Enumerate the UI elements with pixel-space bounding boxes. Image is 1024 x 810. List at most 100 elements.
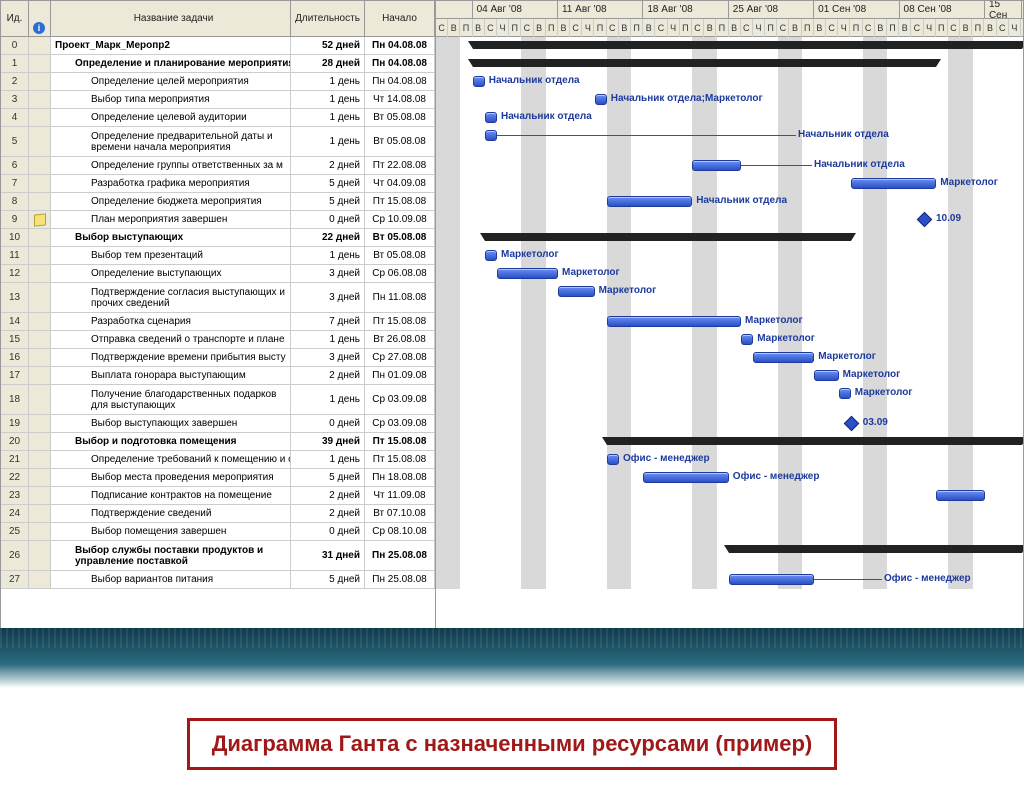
table-row[interactable]: 9План мероприятия завершен0 днейСр 10.09… [1, 211, 435, 229]
task-start[interactable]: Вт 05.08.08 [365, 229, 435, 246]
table-row[interactable]: 23Подписание контрактов на помещение2 дн… [1, 487, 435, 505]
col-name[interactable]: Название задачи [51, 1, 291, 36]
task-start[interactable]: Пт 15.08.08 [365, 193, 435, 210]
table-row[interactable]: 24Подтверждение сведений2 днейВт 07.10.0… [1, 505, 435, 523]
task-name[interactable]: Выбор и подготовка помещения [51, 433, 291, 450]
task-name[interactable]: Определение и планирование мероприятия [51, 55, 291, 72]
task-name[interactable]: Подтверждение сведений [51, 505, 291, 522]
task-name[interactable]: Получение благодарственных подарков для … [51, 385, 291, 414]
task-name[interactable]: План мероприятия завершен [51, 211, 291, 228]
col-info[interactable]: i [29, 1, 51, 36]
col-start[interactable]: Начало [365, 1, 435, 36]
table-row[interactable]: 27Выбор вариантов питания5 днейПн 25.08.… [1, 571, 435, 589]
task-bar[interactable] [741, 334, 753, 345]
task-bar[interactable] [607, 454, 619, 465]
summary-bar[interactable] [485, 233, 851, 241]
task-name[interactable]: Выбор вариантов питания [51, 571, 291, 588]
task-duration[interactable]: 2 дней [291, 487, 365, 504]
table-row[interactable]: 3Выбор типа мероприятия1 деньЧт 14.08.08 [1, 91, 435, 109]
table-row[interactable]: 22Выбор места проведения мероприятия5 дн… [1, 469, 435, 487]
task-bar[interactable] [607, 316, 741, 327]
table-row[interactable]: 11Выбор тем презентаций1 деньВт 05.08.08 [1, 247, 435, 265]
task-bar[interactable] [485, 250, 497, 261]
col-id[interactable]: Ид. [1, 1, 29, 36]
summary-bar[interactable] [729, 545, 1022, 553]
task-duration[interactable]: 28 дней [291, 55, 365, 72]
task-start[interactable]: Ср 10.09.08 [365, 211, 435, 228]
table-row[interactable]: 10Выбор выступающих22 днейВт 05.08.08 [1, 229, 435, 247]
task-bar[interactable] [485, 130, 497, 141]
task-bar[interactable] [485, 112, 497, 123]
summary-bar[interactable] [607, 437, 1022, 445]
table-row[interactable]: 7Разработка графика мероприятия5 днейЧт … [1, 175, 435, 193]
task-duration[interactable]: 1 день [291, 331, 365, 348]
table-row[interactable]: 6Определение группы ответственных за м2 … [1, 157, 435, 175]
task-start[interactable]: Вт 26.08.08 [365, 331, 435, 348]
task-name[interactable]: Определение предварительной даты и време… [51, 127, 291, 156]
table-row[interactable]: 21Определение требований к помещению и с… [1, 451, 435, 469]
task-duration[interactable]: 5 дней [291, 571, 365, 588]
task-start[interactable]: Чт 11.09.08 [365, 487, 435, 504]
task-name[interactable]: Подтверждение согласия выступающих и про… [51, 283, 291, 312]
task-start[interactable]: Пн 18.08.08 [365, 469, 435, 486]
task-start[interactable]: Пн 04.08.08 [365, 37, 435, 54]
task-name[interactable]: Выбор помещения завершен [51, 523, 291, 540]
task-duration[interactable]: 1 день [291, 127, 365, 156]
col-duration[interactable]: Длительность [291, 1, 365, 36]
table-row[interactable]: 15Отправка сведений о транспорте и плане… [1, 331, 435, 349]
task-duration[interactable]: 0 дней [291, 211, 365, 228]
task-start[interactable]: Пт 22.08.08 [365, 157, 435, 174]
table-row[interactable]: 12Определение выступающих3 днейСр 06.08.… [1, 265, 435, 283]
table-row[interactable]: 1Определение и планирование мероприятия2… [1, 55, 435, 73]
task-duration[interactable]: 39 дней [291, 433, 365, 450]
task-name[interactable]: Разработка графика мероприятия [51, 175, 291, 192]
task-name[interactable]: Выбор тем презентаций [51, 247, 291, 264]
table-row[interactable]: 8Определение бюджета мероприятия5 днейПт… [1, 193, 435, 211]
table-row[interactable]: 18Получение благодарственных подарков дл… [1, 385, 435, 415]
task-bar[interactable] [839, 388, 851, 399]
task-duration[interactable]: 3 дней [291, 349, 365, 366]
table-row[interactable]: 14Разработка сценария7 днейПт 15.08.08 [1, 313, 435, 331]
task-duration[interactable]: 2 дней [291, 367, 365, 384]
task-duration[interactable]: 52 дней [291, 37, 365, 54]
task-name[interactable]: Выбор места проведения мероприятия [51, 469, 291, 486]
task-start[interactable]: Пн 11.08.08 [365, 283, 435, 312]
task-start[interactable]: Пт 15.08.08 [365, 451, 435, 468]
task-duration[interactable]: 1 день [291, 91, 365, 108]
task-start[interactable]: Вт 07.10.08 [365, 505, 435, 522]
task-duration[interactable]: 1 день [291, 109, 365, 126]
table-row[interactable]: 2Определение целей мероприятия1 деньПн 0… [1, 73, 435, 91]
task-start[interactable]: Ср 27.08.08 [365, 349, 435, 366]
task-name[interactable]: Выбор выступающих [51, 229, 291, 246]
task-duration[interactable]: 5 дней [291, 175, 365, 192]
task-name[interactable]: Выплата гонорара выступающим [51, 367, 291, 384]
task-bar[interactable] [607, 196, 692, 207]
task-start[interactable]: Чт 14.08.08 [365, 91, 435, 108]
task-name[interactable]: Проект_Марк_Меропр2 [51, 37, 291, 54]
task-duration[interactable]: 3 дней [291, 265, 365, 282]
table-row[interactable]: 5Определение предварительной даты и врем… [1, 127, 435, 157]
task-name[interactable]: Разработка сценария [51, 313, 291, 330]
task-start[interactable]: Ср 06.08.08 [365, 265, 435, 282]
task-bar[interactable] [473, 76, 485, 87]
task-bar[interactable] [692, 160, 741, 171]
task-bar[interactable] [851, 178, 936, 189]
task-bar[interactable] [729, 574, 814, 585]
task-duration[interactable]: 1 день [291, 451, 365, 468]
milestone-icon[interactable] [917, 212, 933, 228]
task-name[interactable]: Выбор типа мероприятия [51, 91, 291, 108]
task-name[interactable]: Определение выступающих [51, 265, 291, 282]
task-duration[interactable]: 22 дней [291, 229, 365, 246]
task-duration[interactable]: 0 дней [291, 415, 365, 432]
summary-bar[interactable] [473, 41, 1022, 49]
task-start[interactable]: Пт 15.08.08 [365, 313, 435, 330]
task-name[interactable]: Определение целей мероприятия [51, 73, 291, 90]
table-row[interactable]: 26Выбор службы поставки продуктов и упра… [1, 541, 435, 571]
task-bar[interactable] [814, 370, 838, 381]
table-row[interactable]: 16Подтверждение времени прибытия высту3 … [1, 349, 435, 367]
task-name[interactable]: Подписание контрактов на помещение [51, 487, 291, 504]
task-duration[interactable]: 1 день [291, 385, 365, 414]
task-name[interactable]: Определение группы ответственных за м [51, 157, 291, 174]
task-duration[interactable]: 2 дней [291, 157, 365, 174]
task-start[interactable]: Пн 25.08.08 [365, 571, 435, 588]
